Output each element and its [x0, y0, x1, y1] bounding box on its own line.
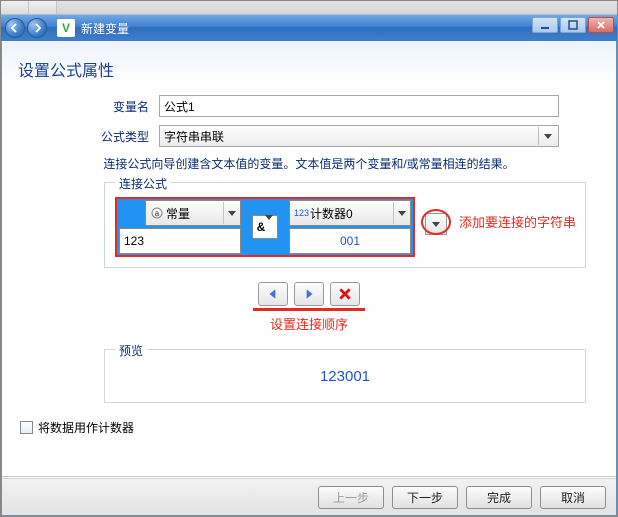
wizard-description: 连接公式向导创建含文本值的变量。文本值是两个变量和/或常量相连的结果。	[14, 155, 604, 172]
prev-button[interactable]: 上一步	[318, 486, 384, 509]
formula-type-label: 公式类型	[14, 128, 159, 145]
wizard-footer: 上一步 下一步 完成 取消	[2, 478, 616, 515]
formula-type-value: 字符串串联	[164, 128, 224, 145]
minimize-icon	[540, 20, 550, 30]
annotation-circle	[421, 209, 451, 235]
chevron-down-icon	[265, 220, 273, 234]
arrow-left-icon	[10, 23, 20, 33]
page-title: 设置公式属性	[14, 55, 604, 91]
titlebar: V 新建变量	[1, 15, 617, 41]
var-name-label: 变量名	[14, 98, 159, 115]
maximize-icon	[568, 20, 578, 30]
chevron-down-icon	[223, 202, 239, 224]
var-name-input[interactable]	[159, 95, 559, 117]
use-as-counter-checkbox[interactable]	[20, 421, 33, 434]
annotation-add-string: 添加要连接的字符串	[459, 212, 576, 231]
right-value-display: 001	[289, 228, 411, 254]
window-body: 设置公式属性 变量名 公式类型 字符串串联 连接公式向导创建含文本值的变量。文本…	[1, 41, 617, 516]
left-type-value: 常量	[166, 205, 190, 222]
counter-prefix-icon: 123	[294, 208, 309, 218]
left-value-input[interactable]: 123	[119, 228, 241, 254]
chevron-down-icon	[393, 202, 409, 224]
nav-forward-button[interactable]	[27, 18, 47, 38]
order-action-row	[14, 282, 604, 306]
parent-tab-2	[29, 1, 57, 14]
window-title: 新建变量	[81, 20, 129, 37]
preview-legend: 预览	[115, 342, 147, 359]
preview-box: 预览 123001	[104, 349, 586, 403]
maximize-button[interactable]	[560, 17, 586, 33]
concat-fieldset: 连接公式 a 常量 123	[104, 182, 586, 268]
concat-formula-block: a 常量 123 &	[115, 197, 415, 257]
x-icon	[338, 287, 352, 301]
arrow-right-icon	[302, 287, 316, 301]
app-icon: V	[57, 19, 75, 37]
svg-text:a: a	[155, 209, 160, 218]
cancel-button[interactable]: 取消	[540, 486, 606, 509]
minimize-button[interactable]	[532, 17, 558, 33]
close-icon	[596, 20, 606, 30]
operator-cell[interactable]: &	[252, 215, 278, 239]
right-type-select[interactable]: 123 计数器0	[289, 200, 411, 226]
use-as-counter-label: 将数据用作计数器	[38, 419, 134, 436]
close-button[interactable]	[588, 17, 614, 33]
constant-icon: a	[150, 206, 164, 220]
move-right-button[interactable]	[294, 282, 324, 306]
chevron-down-icon	[538, 127, 556, 145]
operator-text: &	[257, 220, 266, 234]
preview-value: 123001	[105, 350, 585, 402]
delete-button[interactable]	[330, 282, 360, 306]
finish-button[interactable]: 完成	[466, 486, 532, 509]
arrow-right-icon	[32, 23, 42, 33]
move-left-button[interactable]	[258, 282, 288, 306]
concat-legend: 连接公式	[115, 175, 171, 192]
body-inner: 设置公式属性 变量名 公式类型 字符串串联 连接公式向导创建含文本值的变量。文本…	[2, 41, 616, 477]
annotation-set-order: 设置连接顺序	[14, 314, 604, 333]
right-type-value: 计数器0	[310, 205, 353, 222]
arrow-left-icon	[266, 287, 280, 301]
left-type-select[interactable]: a 常量	[145, 200, 241, 226]
left-value-text: 123	[124, 234, 144, 248]
right-value-text: 001	[340, 234, 360, 248]
window-parent-strip	[1, 1, 617, 15]
next-button[interactable]: 下一步	[392, 486, 458, 509]
formula-type-select[interactable]: 字符串串联	[159, 125, 559, 147]
nav-back-button[interactable]	[5, 18, 25, 38]
annotation-underline	[253, 308, 365, 311]
parent-tab-1	[1, 1, 29, 14]
